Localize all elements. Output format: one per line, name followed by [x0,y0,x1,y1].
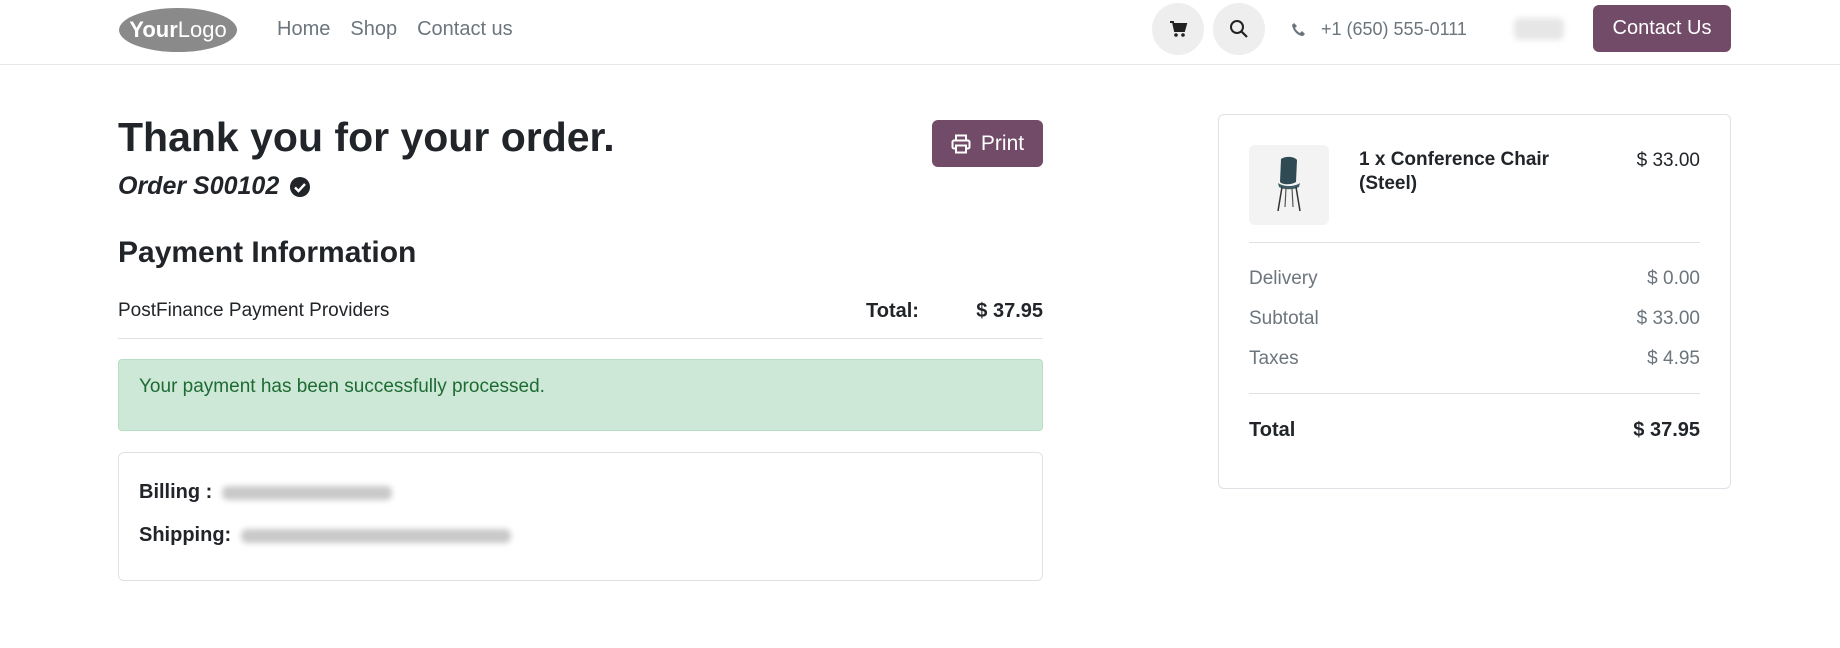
product-thumbnail[interactable] [1249,145,1329,225]
summary-total-value: $ 37.95 [1633,419,1700,441]
phone-link[interactable]: +1 (650) 555-0111 [1291,19,1467,40]
shipping-row: Shipping: [139,524,512,547]
phone-number: +1 (650) 555-0111 [1321,19,1467,39]
search-button[interactable] [1213,3,1265,55]
user-menu[interactable] [1514,18,1564,40]
summary-value: $ 0.00 [1647,268,1700,289]
chair-icon [1277,156,1301,212]
nav-home[interactable]: Home [277,18,330,41]
summary-label: Delivery [1249,268,1318,289]
page-title: Thank you for your order. [118,114,615,160]
payment-heading: Payment Information [118,236,417,269]
cart-icon [1170,21,1188,37]
divider [1249,242,1700,243]
payment-success-alert: Your payment has been successfully proce… [118,359,1043,431]
print-button[interactable]: Print [932,120,1043,167]
print-label: Print [980,131,1025,155]
billing-label: Billing : [139,481,213,503]
shipping-address-redacted [241,528,512,543]
shipping-label: Shipping: [139,524,232,546]
cart-button[interactable] [1152,3,1204,55]
billing-row: Billing : [139,481,393,504]
order-summary-card: 1 x Conference Chair (Steel) $ 33.00 Del… [1218,114,1731,489]
order-number: Order S00102 [118,172,280,200]
summary-total-label: Total [1249,419,1296,441]
alert-text: Your payment has been successfully proce… [139,376,545,397]
logo[interactable]: YourLogo [118,6,238,54]
nav-shop[interactable]: Shop [350,18,397,41]
order-reference: Order S00102 [118,172,311,201]
site-header: YourLogo Home Shop Contact us +1 (650) 5… [0,0,1840,65]
phone-icon [1292,22,1305,36]
printer-icon [951,134,971,153]
summary-label: Subtotal [1249,308,1319,329]
address-box: Billing : Shipping: [118,452,1043,581]
divider [1249,393,1700,394]
nav-contact-us[interactable]: Contact us [417,18,513,41]
summary-value: $ 33.00 [1636,308,1700,329]
svg-text:YourLogo: YourLogo [129,17,226,42]
product-price: $ 33.00 [1636,150,1700,171]
payment-provider: PostFinance Payment Providers [118,300,390,321]
check-circle-icon [290,176,311,197]
product-name[interactable]: 1 x Conference Chair (Steel) [1359,148,1559,196]
payment-row: PostFinance Payment Providers Total: $ 3… [118,292,1043,339]
summary-label: Taxes [1249,348,1299,369]
payment-total-label: Total: [866,300,919,322]
payment-total-value: $ 37.95 [976,300,1043,322]
summary-value: $ 4.95 [1647,348,1700,369]
contact-us-button[interactable]: Contact Us [1593,5,1731,52]
main-nav: Home Shop Contact us [277,18,513,41]
billing-address-redacted [222,485,393,500]
search-icon [1230,20,1248,38]
